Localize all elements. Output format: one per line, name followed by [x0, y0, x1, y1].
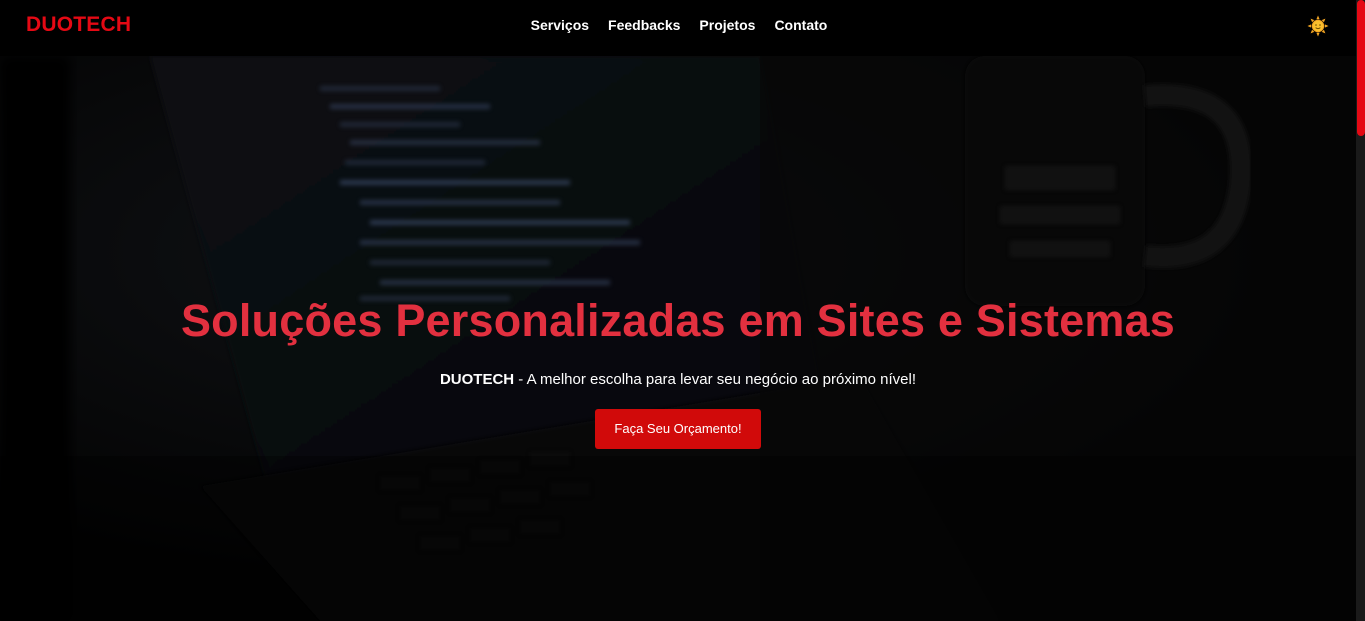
- page: DUOTECH Serviços Feedbacks Projetos Cont…: [0, 0, 1365, 621]
- hero-subtitle-text: - A melhor escolha para levar seu negóci…: [514, 371, 917, 388]
- site-header: DUOTECH Serviços Feedbacks Projetos Cont…: [0, 0, 1356, 56]
- hero-subtitle-brand: DUOTECH: [439, 371, 515, 388]
- main-nav: Serviços Feedbacks Projetos Contato: [0, 17, 1356, 33]
- hero-subtitle: DUOTECH - A melhor escolha para levar se…: [0, 370, 1356, 390]
- nav-link-feedbacks[interactable]: Feedbacks: [608, 17, 680, 33]
- nav-link-projetos[interactable]: Projetos: [699, 17, 755, 33]
- page-scrollbar[interactable]: [1356, 0, 1365, 621]
- scrollbar-thumb[interactable]: [1357, 0, 1365, 136]
- hero-content: Soluções Personalizadas em Sites e Siste…: [0, 293, 1356, 449]
- nav-link-servicos[interactable]: Serviços: [531, 17, 589, 33]
- get-quote-button[interactable]: Faça Seu Orçamento!: [595, 409, 761, 449]
- hero-title: Soluções Personalizadas em Sites e Siste…: [180, 295, 1176, 346]
- theme-toggle-button[interactable]: [1307, 15, 1329, 37]
- sun-icon: [1307, 15, 1329, 37]
- hero-section: Soluções Personalizadas em Sites e Siste…: [0, 56, 1356, 621]
- nav-link-contato[interactable]: Contato: [774, 17, 827, 33]
